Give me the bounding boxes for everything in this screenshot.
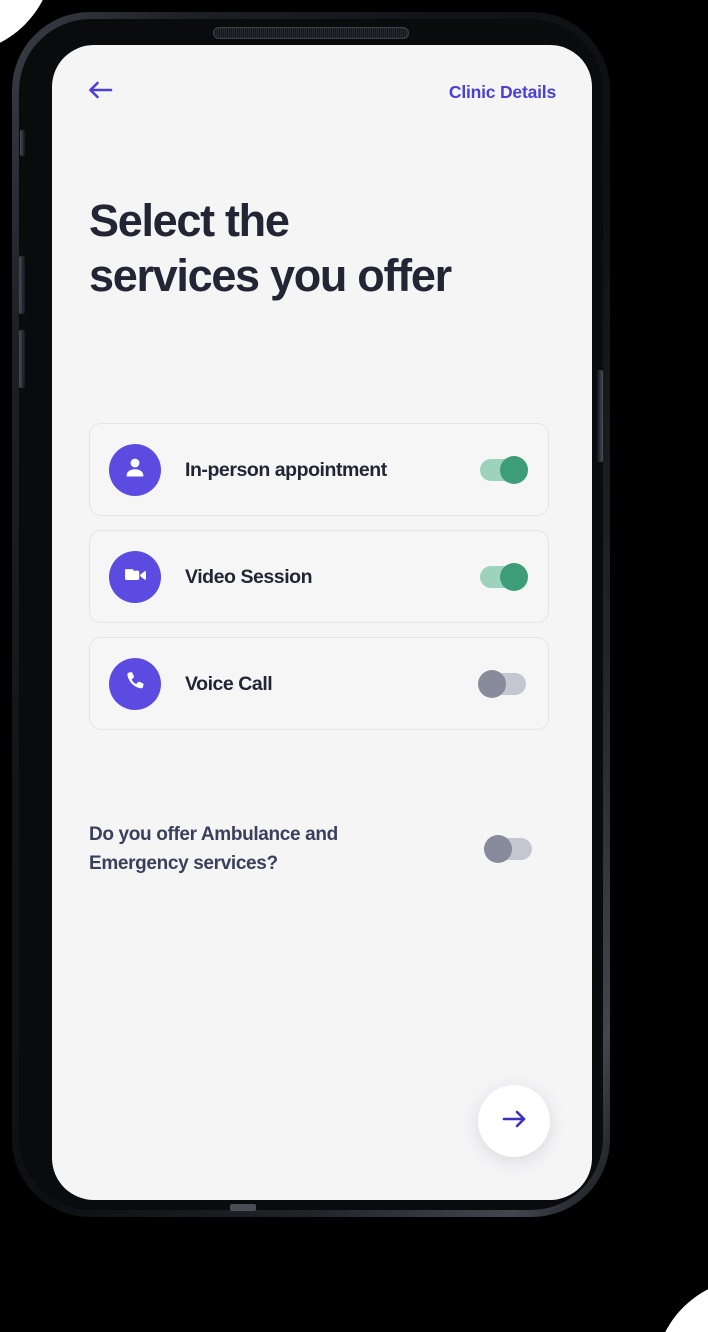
service-label-in-person: In-person appointment [185,458,387,481]
bottom-frame-antenna-line [230,1204,256,1211]
back-button[interactable] [84,75,118,109]
toggle-in-person[interactable] [480,455,528,484]
services-list: In-person appointment Video Session Voic… [89,423,549,730]
service-card-in-person[interactable]: In-person appointment [89,423,549,516]
decorative-corner-bottom-right [654,1278,708,1332]
toggle-video-session[interactable] [480,562,528,591]
earpiece-speaker-grille [213,27,409,39]
toggle-ambulance-emergency[interactable] [484,835,532,863]
toggle-knob [500,562,528,591]
volume-up-hardware-button[interactable] [19,256,25,314]
ambulance-question-label: Do you offer Ambulance and Emergency ser… [89,824,338,874]
service-label-voice-call: Voice Call [185,672,273,695]
page-title: Clinic Details [448,81,556,102]
service-card-voice-call[interactable]: Voice Call [89,637,549,730]
next-button[interactable] [478,1085,550,1157]
phone-device-frame: Clinic Details Select the services you o… [12,12,610,1217]
arrow-right-icon [501,1109,527,1134]
toggle-knob [500,455,528,484]
app-header: Clinic Details [52,45,592,139]
power-hardware-button[interactable] [597,370,603,462]
phone-icon-badge [109,657,161,710]
toggle-voice-call[interactable] [478,669,526,698]
toggle-knob [484,835,512,863]
video-camera-icon-badge [109,550,161,603]
ambulance-question-row: Do you offer Ambulance and Emergency ser… [89,820,549,878]
user-icon [122,454,148,485]
heading-line-2: services you offer [89,250,452,301]
arrow-left-icon [88,80,114,105]
volume-down-hardware-button[interactable] [19,330,25,388]
mute-switch-hardware-button[interactable] [20,130,25,156]
phone-icon [123,669,147,698]
toggle-knob [478,669,506,698]
video-camera-icon [121,561,149,592]
screenshot-stage: Clinic Details Select the services you o… [0,0,708,1332]
phone-screen: Clinic Details Select the services you o… [52,45,592,1200]
service-card-video-session[interactable]: Video Session [89,530,549,623]
heading-line-1: Select the [89,195,290,246]
service-label-video-session: Video Session [185,565,313,588]
heading-block: Select the services you offer [89,193,559,303]
user-icon-badge [109,443,161,496]
